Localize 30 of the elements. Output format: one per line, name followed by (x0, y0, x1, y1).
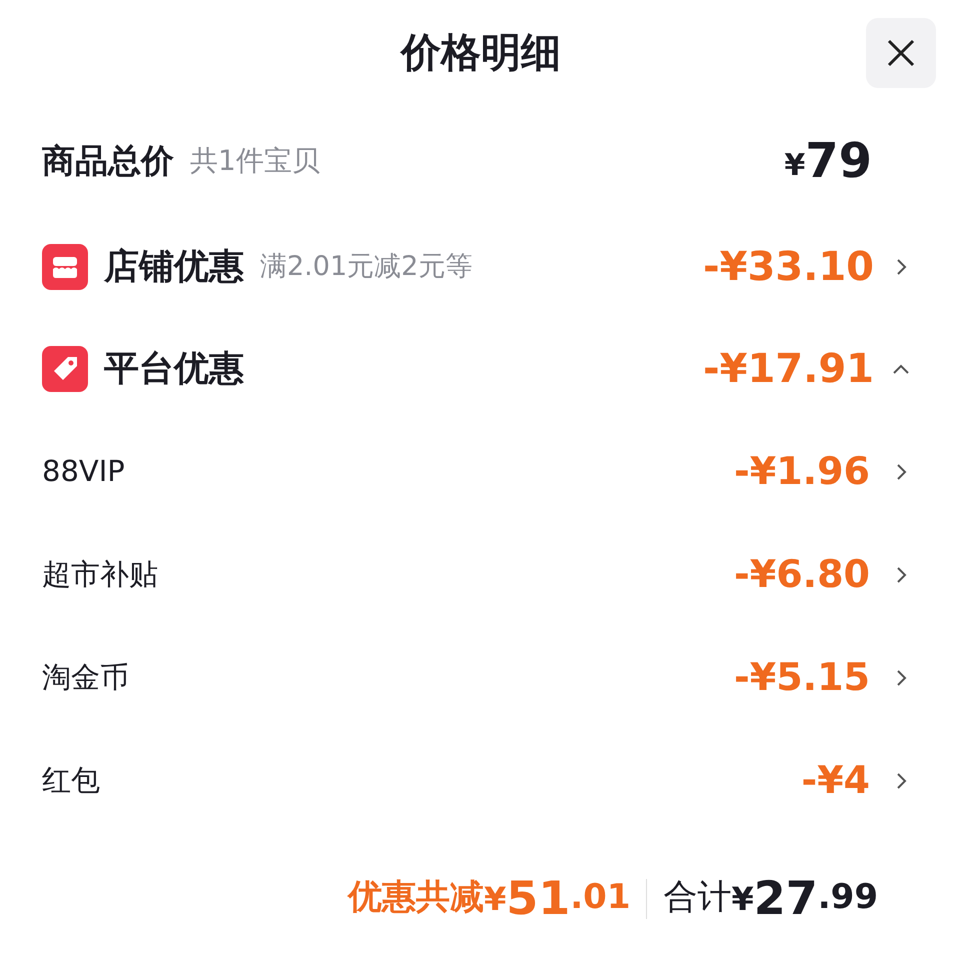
discount-item-amount[interactable]: -¥5.15 (734, 649, 870, 706)
discount-total-whole: 51 (506, 875, 570, 921)
discount-item-label: 淘金币 (42, 658, 129, 696)
discount-rule: 满2.01元减2元等 (260, 250, 472, 284)
discount-total-label: 优惠共减 (348, 876, 484, 919)
discount-item-label: 红包 (42, 762, 100, 799)
grand-total-label: 合计 (663, 876, 732, 919)
discount-total-fraction: .01 (570, 876, 630, 919)
grand-total-whole: 27 (754, 875, 818, 921)
item-count: 共1件宝贝 (190, 143, 320, 179)
discount-item-amount[interactable]: -¥6.80 (734, 546, 870, 603)
tag-icon (42, 346, 88, 392)
discount-group-label: 平台优惠 (104, 348, 244, 391)
currency-sign: ¥ (784, 146, 806, 184)
subtotal-label: 商品总价 (42, 140, 174, 182)
subtotal-amount: 79 (805, 132, 872, 191)
discount-amount[interactable]: -¥17.91 (703, 339, 874, 399)
close-icon (886, 38, 916, 68)
currency-sign: ¥ (731, 879, 754, 920)
discount-group-label: 店铺优惠 (104, 246, 244, 289)
dialog-title: 价格明细 (401, 29, 561, 78)
currency-sign: ¥ (484, 879, 506, 920)
discount-item-label: 超市补贴 (42, 556, 158, 593)
grand-total-fraction: .99 (818, 876, 878, 919)
close-button[interactable] (866, 18, 936, 88)
discount-item-amount[interactable]: -¥4 (801, 752, 870, 809)
discount-item-label: 88VIP (42, 452, 125, 490)
discount-amount[interactable]: -¥33.10 (703, 237, 874, 297)
discount-item-amount[interactable]: -¥1.96 (734, 443, 870, 500)
shop-icon (42, 244, 88, 290)
